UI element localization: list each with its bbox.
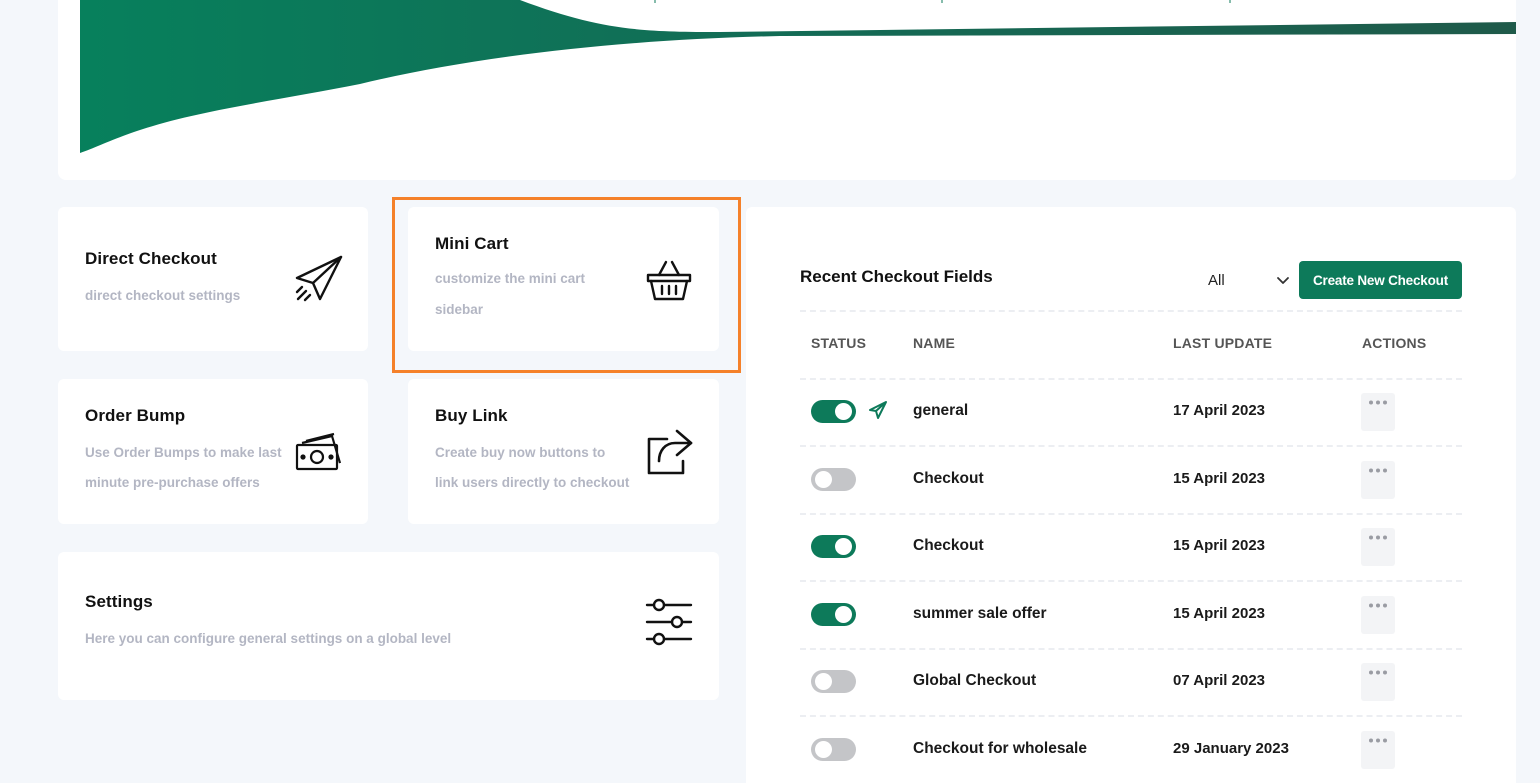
recent-checkout-panel: Recent Checkout Fields All Create New Ch… [746,207,1516,783]
more-icon [1369,535,1387,540]
dashboard: Direct Checkout direct checkout settings… [0,0,1540,783]
card-description: Here you can configure general settings … [85,631,452,646]
create-new-checkout-button[interactable]: Create New Checkout [1299,261,1462,299]
row-date: 15 April 2023 [1173,537,1265,554]
card-title: Direct Checkout [85,249,217,268]
basket-icon [644,257,694,307]
table-divider [800,310,1462,312]
status-toggle[interactable] [811,535,856,558]
header-status: STATUS [811,335,867,351]
row-actions-button[interactable] [1361,596,1395,634]
table-row: Checkout for wholesale 29 January 2023 [800,716,1462,783]
row-name[interactable]: general [913,402,968,420]
hero-wave-graphic [80,0,1516,153]
table-row: Checkout 15 April 2023 [800,513,1462,580]
order-bump-card[interactable]: Order Bump Use Order Bumps to make last … [58,379,368,524]
status-filter-select[interactable]: All [1198,269,1298,293]
airplane-icon [869,401,887,419]
filter-value: All [1208,272,1225,289]
card-description-line-1: customize the mini cart [435,271,586,286]
sliders-icon [644,597,694,647]
row-date: 15 April 2023 [1173,470,1265,487]
status-toggle[interactable] [811,400,856,423]
card-description-line-1: Use Order Bumps to make last [85,445,282,460]
card-description-line-2: link users directly to checkout [435,475,630,490]
header-actions: ACTIONS [1362,335,1427,351]
chevron-down-icon [1277,277,1289,284]
more-icon [1369,670,1387,675]
table-title: Recent Checkout Fields [800,267,993,286]
more-icon [1369,468,1387,473]
card-title: Mini Cart [435,234,509,253]
row-date: 07 April 2023 [1173,672,1265,689]
row-actions-button[interactable] [1361,461,1395,499]
row-name[interactable]: summer sale offer [913,605,1047,623]
header-last-update: LAST UPDATE [1173,335,1273,351]
row-actions-button[interactable] [1361,663,1395,701]
card-description: direct checkout settings [85,288,241,303]
buy-link-card[interactable]: Buy Link Create buy now buttons to link … [408,379,719,524]
card-description-line-2: sidebar [435,302,484,317]
card-title: Order Bump [85,406,186,425]
paper-plane-icon [294,254,344,304]
status-toggle[interactable] [811,603,856,626]
mini-cart-card[interactable]: Mini Cart customize the mini cart sideba… [408,207,719,351]
table-row: Checkout 15 April 2023 [800,446,1462,513]
settings-card[interactable]: Settings Here you can configure general … [58,552,719,700]
row-name[interactable]: Checkout for wholesale [913,740,1087,758]
table-row: Global Checkout 07 April 2023 [800,648,1462,715]
row-date: 17 April 2023 [1173,402,1265,419]
row-name[interactable]: Checkout [913,537,984,555]
card-description-line-1: Create buy now buttons to [435,445,606,460]
money-icon [294,427,344,477]
row-date: 15 April 2023 [1173,605,1265,622]
row-name[interactable]: Global Checkout [913,672,1036,690]
table-row: summer sale offer 15 April 2023 [800,581,1462,648]
row-actions-button[interactable] [1361,528,1395,566]
card-title: Buy Link [435,406,508,425]
status-toggle[interactable] [811,468,856,491]
row-date: 29 January 2023 [1173,740,1289,757]
share-icon [645,427,695,477]
status-toggle[interactable] [811,738,856,761]
more-icon [1369,400,1387,405]
row-name[interactable]: Checkout [913,470,984,488]
card-description-line-2: minute pre-purchase offers [85,475,260,490]
more-icon [1369,738,1387,743]
status-toggle[interactable] [811,670,856,693]
row-actions-button[interactable] [1361,731,1395,769]
more-icon [1369,603,1387,608]
direct-checkout-card[interactable]: Direct Checkout direct checkout settings [58,207,368,351]
header-name: NAME [913,335,956,351]
row-actions-button[interactable] [1361,393,1395,431]
card-title: Settings [85,592,153,611]
table-row: general 17 April 2023 [800,378,1462,445]
